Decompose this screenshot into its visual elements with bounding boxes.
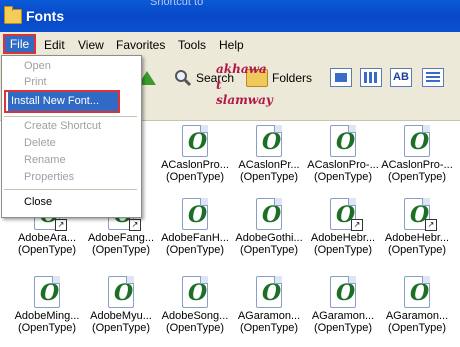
shortcut-arrow-icon: ↗ <box>425 219 437 231</box>
shortcut-arrow-icon: ↗ <box>351 219 363 231</box>
font-file-icon: O <box>404 125 430 157</box>
font-file-icon: O <box>330 125 356 157</box>
folders-label: Folders <box>272 71 313 85</box>
search-icon <box>175 70 192 87</box>
menu-properties[interactable]: Properties <box>24 171 74 183</box>
font-item[interactable]: O ACaslonPro-... (OpenType) <box>380 125 454 183</box>
view-list-button[interactable] <box>360 68 382 87</box>
font-item[interactable]: O AdobeFanH... (OpenType) <box>158 198 232 256</box>
window-title: Fonts <box>26 8 65 24</box>
font-file-icon: O <box>34 276 60 308</box>
menu-file[interactable]: File <box>3 34 36 54</box>
background-window-title: Shortcut to <box>150 0 204 8</box>
ab-icon: AB <box>393 71 409 83</box>
large-icons-icon <box>335 73 347 82</box>
font-file-icon: O <box>256 198 282 230</box>
font-file-icon: O <box>256 125 282 157</box>
menu-delete[interactable]: Delete <box>24 137 56 149</box>
menu-help[interactable]: Help <box>219 38 244 52</box>
font-item[interactable]: O ACaslonPr... (OpenType) <box>232 125 306 183</box>
font-file-icon: O <box>182 125 208 157</box>
list-icon <box>364 72 378 83</box>
view-similarity-button[interactable]: AB <box>390 68 412 87</box>
font-item[interactable]: O AGaramon... (OpenType) <box>232 276 306 334</box>
menu-separator <box>4 189 137 190</box>
font-file-icon: O <box>108 276 134 308</box>
details-icon <box>426 72 440 83</box>
menu-close[interactable]: Close <box>24 196 52 208</box>
font-file-icon: O <box>182 276 208 308</box>
menu-bar: File Edit View Favorites Tools Help <box>0 32 460 56</box>
font-item[interactable]: O AdobeSong... (OpenType) <box>158 276 232 334</box>
font-item[interactable]: O AdobeMyu... (OpenType) <box>84 276 158 334</box>
file-menu-dropdown: Open Print Install New Font... Create Sh… <box>1 55 142 218</box>
menu-view[interactable]: View <box>78 38 104 52</box>
font-file-icon: O <box>330 276 356 308</box>
font-item[interactable]: O AdobeMing... (OpenType) <box>10 276 84 334</box>
view-details-button[interactable] <box>422 68 444 87</box>
font-file-icon: O <box>256 276 282 308</box>
font-file-icon: O↗ <box>330 198 363 231</box>
menu-print[interactable]: Print <box>24 76 47 88</box>
title-bar: Fonts Shortcut to <box>0 0 460 32</box>
menu-tools[interactable]: Tools <box>178 38 206 52</box>
menu-separator <box>4 116 137 117</box>
font-item[interactable]: O ↗ AdobeHebr... (OpenType) <box>306 198 380 256</box>
shortcut-arrow-icon: ↗ <box>55 219 67 231</box>
callout-box <box>4 90 120 113</box>
menu-favorites[interactable]: Favorites <box>116 38 165 52</box>
menu-rename[interactable]: Rename <box>24 154 66 166</box>
font-file-icon: O <box>404 276 430 308</box>
folder-icon <box>4 6 22 24</box>
font-item[interactable]: O ACaslonPro... (OpenType) <box>158 125 232 183</box>
font-file-icon: O↗ <box>404 198 437 231</box>
font-item[interactable]: O ↗ AdobeHebr... (OpenType) <box>380 198 454 256</box>
shortcut-arrow-icon: ↗ <box>129 219 141 231</box>
font-item[interactable]: O AdobeGothi... (OpenType) <box>232 198 306 256</box>
font-item[interactable]: O AGaramon... (OpenType) <box>306 276 380 334</box>
font-item[interactable]: O AGaramon... (OpenType) <box>380 276 454 334</box>
font-file-icon: O <box>182 198 208 230</box>
menu-create-shortcut[interactable]: Create Shortcut <box>24 120 101 132</box>
menu-open[interactable]: Open <box>24 60 51 72</box>
font-item[interactable]: O ACaslonPro-... (OpenType) <box>306 125 380 183</box>
view-large-icons-button[interactable] <box>330 68 352 87</box>
menu-edit[interactable]: Edit <box>44 38 65 52</box>
watermark-text: akhawa t slamway <box>216 62 273 107</box>
